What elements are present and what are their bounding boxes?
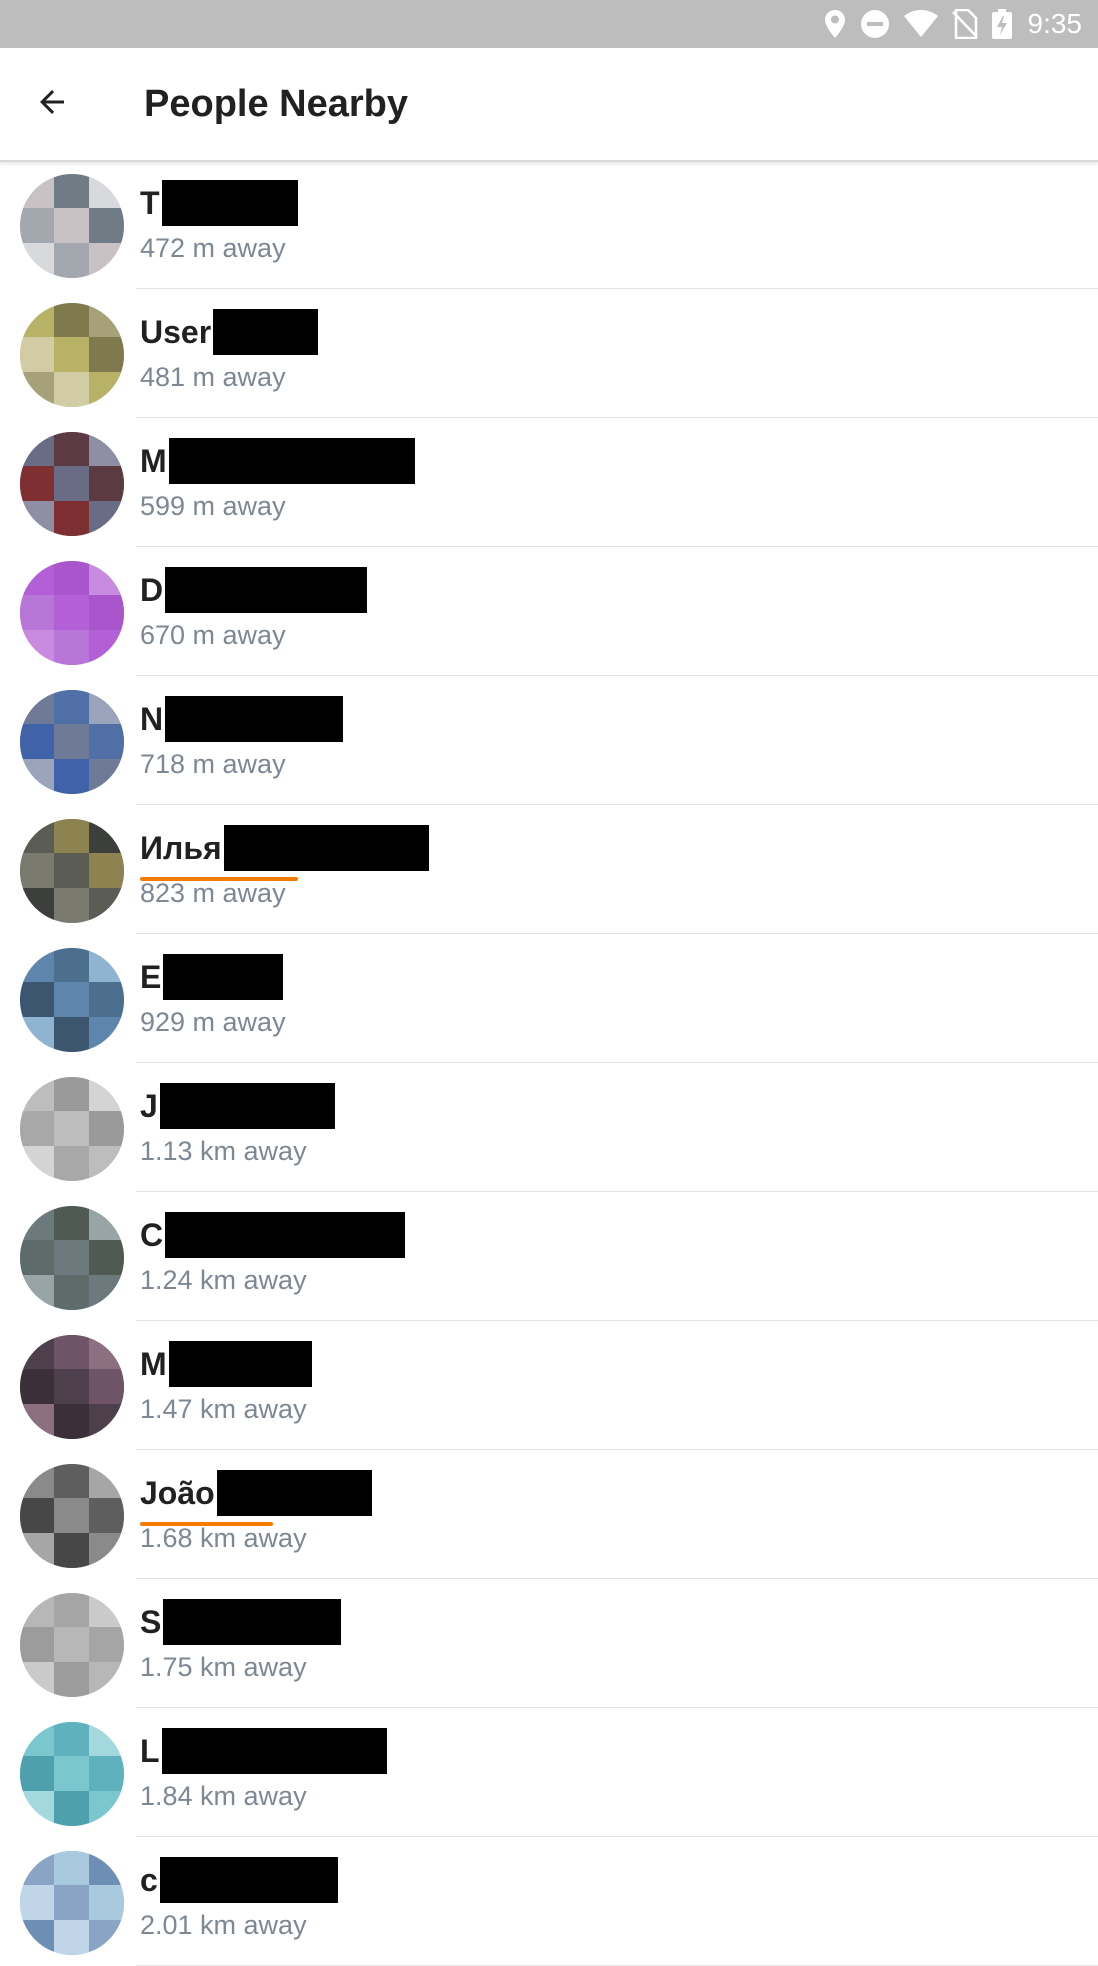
person-name: Илья <box>140 829 222 866</box>
location-icon <box>824 9 846 39</box>
avatar <box>20 1851 124 1955</box>
person-name: S <box>140 1603 162 1640</box>
person-name-container: J <box>140 1083 335 1129</box>
avatar <box>20 432 124 536</box>
redaction-bar <box>163 1599 342 1645</box>
person-row[interactable]: D 670 m away <box>0 547 1098 676</box>
person-row[interactable]: N 718 m away <box>0 676 1098 805</box>
wifi-icon <box>903 10 938 38</box>
person-name: User <box>140 313 212 350</box>
person-distance: 481 m away <box>140 362 286 392</box>
status-time: 9:35 <box>1027 8 1083 39</box>
person-distance: 1.84 km away <box>140 1781 307 1811</box>
back-button[interactable] <box>24 76 80 132</box>
redaction-bar <box>165 1212 406 1258</box>
battery-charging-icon <box>991 9 1012 39</box>
person-name-container: D <box>140 567 368 613</box>
avatar <box>20 1593 124 1697</box>
redaction-bar <box>159 1083 335 1129</box>
person-name: c <box>140 1861 158 1898</box>
person-name: João <box>140 1474 215 1511</box>
person-name: D <box>140 571 164 608</box>
avatar <box>20 948 124 1052</box>
person-distance: 1.47 km away <box>140 1394 307 1424</box>
avatar <box>20 1335 124 1439</box>
person-distance: 670 m away <box>140 620 286 650</box>
avatar <box>20 690 124 794</box>
redaction-bar <box>223 825 429 871</box>
person-distance: 472 m away <box>140 233 286 263</box>
person-row[interactable]: c 2.01 km away <box>0 1837 1098 1966</box>
person-row[interactable]: T 472 m away <box>0 160 1098 289</box>
redaction-bar <box>216 1470 372 1516</box>
person-row[interactable]: E 929 m away <box>0 934 1098 1063</box>
redaction-bar <box>213 309 319 355</box>
person-name-container: N <box>140 696 344 742</box>
person-distance: 599 m away <box>140 491 286 521</box>
person-distance: 929 m away <box>140 1007 286 1037</box>
person-name-container: T <box>140 180 298 226</box>
redaction-bar <box>165 567 368 613</box>
person-name: N <box>140 700 164 737</box>
person-row[interactable]: João 1.68 km away <box>0 1450 1098 1579</box>
person-name: J <box>140 1087 158 1124</box>
redaction-bar <box>161 180 298 226</box>
people-list: T 472 m away User 481 m away M 599 m away D 670… <box>0 160 1098 1966</box>
person-name-container: C <box>140 1212 406 1258</box>
person-name: T <box>140 184 160 221</box>
avatar <box>20 1722 124 1826</box>
person-name-container: c <box>140 1857 338 1903</box>
person-name-container: S <box>140 1599 342 1645</box>
avatar <box>20 1077 124 1181</box>
person-name-container: Илья <box>140 825 429 871</box>
person-distance: 1.13 km away <box>140 1136 307 1166</box>
person-name-container: User <box>140 309 319 355</box>
person-distance: 823 m away <box>140 878 286 908</box>
person-name-container: M <box>140 1341 312 1387</box>
page-title: People Nearby <box>144 83 408 125</box>
status-icons: 9:35 <box>824 0 1083 48</box>
person-distance: 1.68 km away <box>140 1523 307 1553</box>
avatar <box>20 561 124 665</box>
person-row[interactable]: User 481 m away <box>0 289 1098 418</box>
person-name-container: M <box>140 438 415 484</box>
person-distance: 718 m away <box>140 749 286 779</box>
person-name: M <box>140 442 167 479</box>
person-name-container: L <box>140 1728 387 1774</box>
avatar <box>20 1464 124 1568</box>
avatar <box>20 1206 124 1310</box>
redaction-bar <box>163 954 284 1000</box>
person-name: L <box>140 1732 160 1769</box>
redaction-bar <box>165 696 344 742</box>
person-distance: 2.01 km away <box>140 1910 307 1940</box>
redaction-bar <box>159 1857 338 1903</box>
status-bar: 9:35 <box>0 0 1098 48</box>
do-not-disturb-icon <box>860 9 890 39</box>
person-name: C <box>140 1216 164 1253</box>
avatar <box>20 303 124 407</box>
person-row[interactable]: Илья 823 m away <box>0 805 1098 934</box>
person-name-container: E <box>140 954 284 1000</box>
person-row[interactable]: M 599 m away <box>0 418 1098 547</box>
person-distance: 1.24 km away <box>140 1265 307 1295</box>
no-sim-icon <box>951 9 978 39</box>
person-name-container: João <box>140 1470 372 1516</box>
avatar <box>20 174 124 278</box>
redaction-bar <box>168 1341 312 1387</box>
person-row[interactable]: S 1.75 km away <box>0 1579 1098 1708</box>
person-distance: 1.75 km away <box>140 1652 307 1682</box>
person-row[interactable]: L 1.84 km away <box>0 1708 1098 1837</box>
arrow-back-icon <box>34 84 70 125</box>
app-bar: People Nearby <box>0 48 1098 162</box>
avatar <box>20 819 124 923</box>
person-row[interactable]: M 1.47 km away <box>0 1321 1098 1450</box>
redaction-bar <box>168 438 415 484</box>
person-row[interactable]: C 1.24 km away <box>0 1192 1098 1321</box>
person-row[interactable]: J 1.13 km away <box>0 1063 1098 1192</box>
person-name: M <box>140 1345 167 1382</box>
redaction-bar <box>161 1728 387 1774</box>
person-name: E <box>140 958 162 995</box>
